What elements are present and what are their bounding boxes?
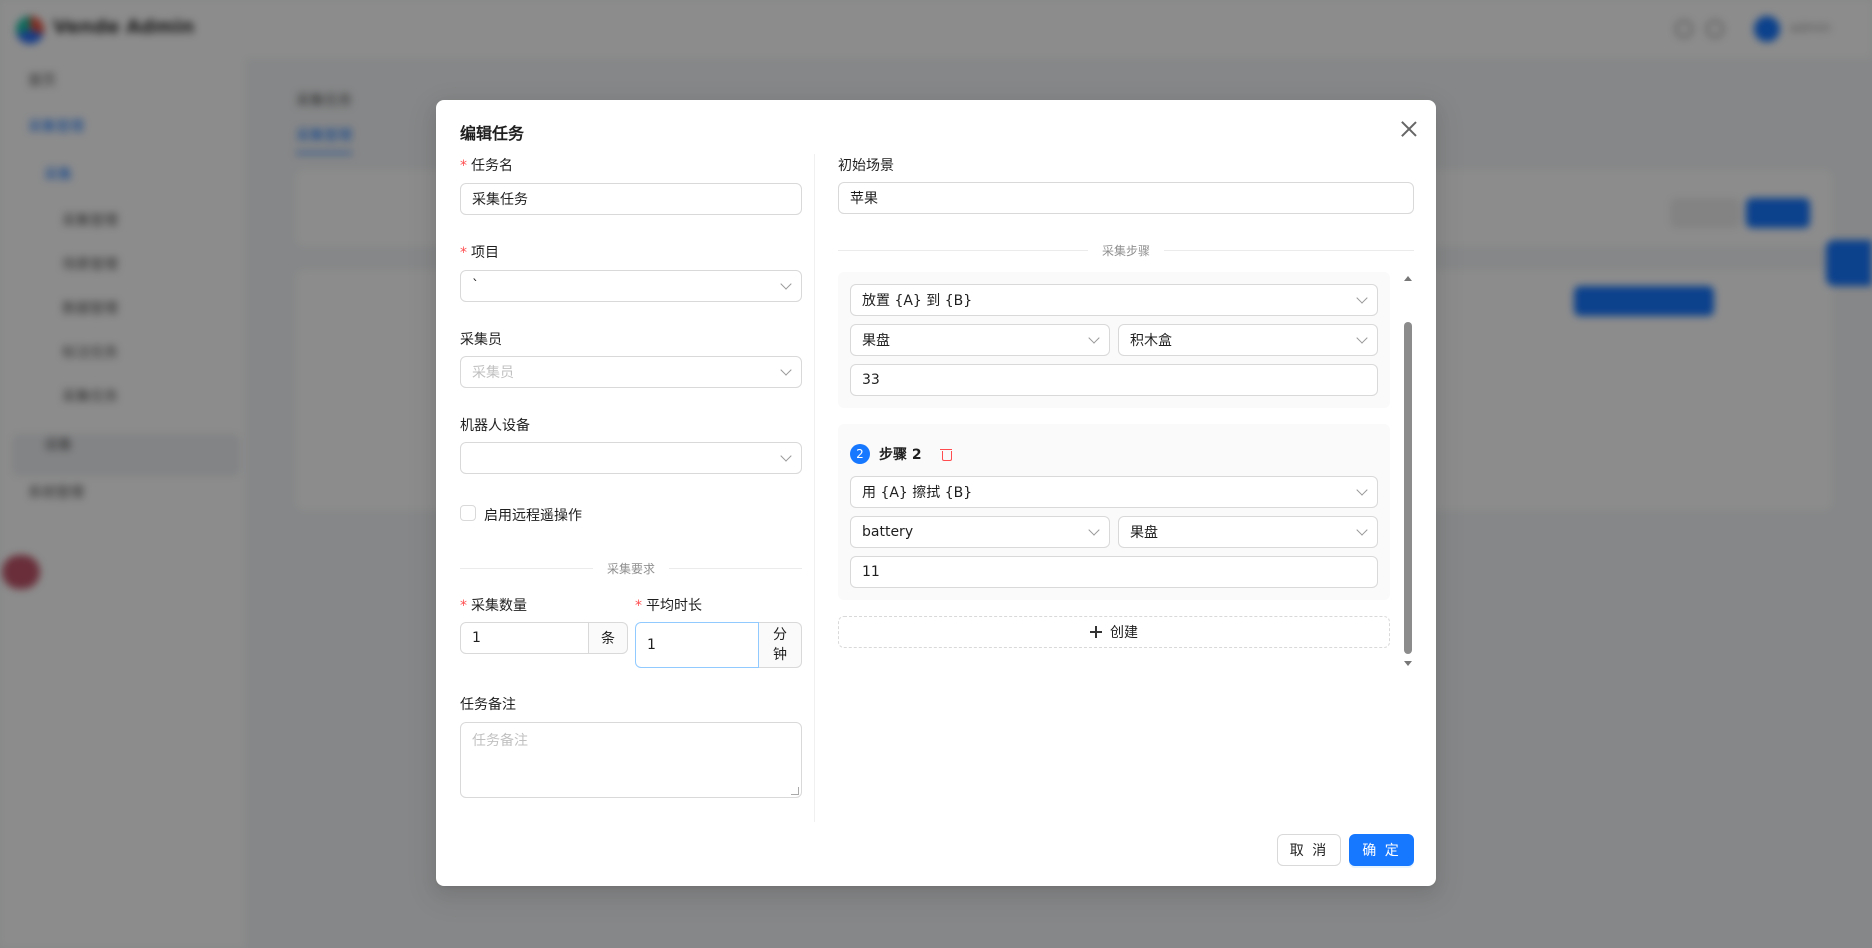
modal-title: 编辑任务 xyxy=(460,124,525,143)
robot-device-label: 机器人设备 xyxy=(460,418,530,434)
duration-unit: 分钟 xyxy=(759,622,802,668)
step-action-select[interactable]: 用 {A} 擦拭 {B} xyxy=(850,476,1378,508)
note-label: 任务备注 xyxy=(460,697,516,713)
scroll-down-arrow-icon[interactable] xyxy=(1404,661,1412,666)
step-action-select[interactable]: 放置 {A} 到 {B} xyxy=(850,284,1378,316)
step-b-select[interactable]: 果盘 xyxy=(1118,516,1378,548)
scrollbar-thumb[interactable] xyxy=(1404,322,1412,654)
plus-icon xyxy=(1090,626,1102,638)
task-name-input[interactable]: 采集任务 xyxy=(460,183,802,215)
remote-operation-label[interactable]: 启用远程遥操作 xyxy=(484,505,582,525)
step-b-select[interactable]: 积木盒 xyxy=(1118,324,1378,356)
scroll-up-arrow-icon[interactable] xyxy=(1404,276,1412,281)
step-a-select[interactable]: 果盘 xyxy=(850,324,1110,356)
edit-task-modal: 编辑任务 * 任务名 采集任务 * 项目 ` 采集员 采集员 机器人设备 启用远程遥… xyxy=(436,100,1436,886)
project-select[interactable]: ` xyxy=(460,270,802,302)
close-icon[interactable] xyxy=(1398,118,1420,140)
ok-button[interactable]: 确 定 xyxy=(1349,834,1414,866)
robot-device-select[interactable] xyxy=(460,442,802,474)
count-unit: 条 xyxy=(589,622,628,654)
steps-scrollbar[interactable] xyxy=(1402,272,1414,670)
task-name-label: * 任务名 xyxy=(460,158,513,174)
step-value-input[interactable]: 11 xyxy=(850,556,1378,588)
trash-icon[interactable] xyxy=(939,448,952,461)
chevron-down-icon xyxy=(780,450,792,462)
count-label: * 采集数量 xyxy=(460,598,527,614)
remote-operation-checkbox[interactable] xyxy=(460,505,476,521)
duration-input[interactable]: 1 xyxy=(635,622,759,668)
count-input[interactable]: 1 xyxy=(460,622,589,654)
cancel-button[interactable]: 取 消 xyxy=(1277,834,1341,866)
chevron-down-icon xyxy=(1356,484,1368,496)
steps-divider: 采集步骤 xyxy=(838,242,1415,259)
initial-scene-label: 初始场景 xyxy=(838,158,894,174)
step-value-input[interactable]: 33 xyxy=(850,364,1378,396)
step-title: 步骤 2 xyxy=(879,447,922,463)
step-a-select[interactable]: battery xyxy=(850,516,1110,548)
step-number-badge: 2 xyxy=(850,444,870,464)
collector-select[interactable]: 采集员 xyxy=(460,356,802,388)
column-divider xyxy=(814,154,815,822)
chevron-down-icon xyxy=(1088,524,1100,536)
step-card: 2 步骤 2 用 {A} 擦拭 {B} battery 果盘 11 xyxy=(838,424,1390,600)
step-header: 2 步骤 2 xyxy=(850,444,952,464)
step-card: 放置 {A} 到 {B} 果盘 积木盒 33 xyxy=(838,272,1390,408)
initial-scene-input[interactable]: 苹果 xyxy=(838,182,1414,214)
chevron-down-icon xyxy=(780,364,792,376)
chevron-down-icon xyxy=(1356,292,1368,304)
project-label: * 项目 xyxy=(460,245,499,261)
steps-scroll-area[interactable]: 放置 {A} 到 {B} 果盘 积木盒 33 2 步骤 2 用 {A} 擦拭 {… xyxy=(838,272,1414,670)
chevron-down-icon xyxy=(1088,332,1100,344)
requirements-divider: 采集要求 xyxy=(460,560,803,577)
chevron-down-icon xyxy=(1356,524,1368,536)
collector-label: 采集员 xyxy=(460,332,502,348)
duration-label: * 平均时长 xyxy=(635,598,702,614)
add-step-button[interactable]: 创建 xyxy=(838,616,1390,648)
chevron-down-icon xyxy=(780,278,792,290)
resize-handle-icon[interactable] xyxy=(791,787,799,795)
chevron-down-icon xyxy=(1356,332,1368,344)
note-textarea[interactable]: 任务备注 xyxy=(460,722,802,798)
